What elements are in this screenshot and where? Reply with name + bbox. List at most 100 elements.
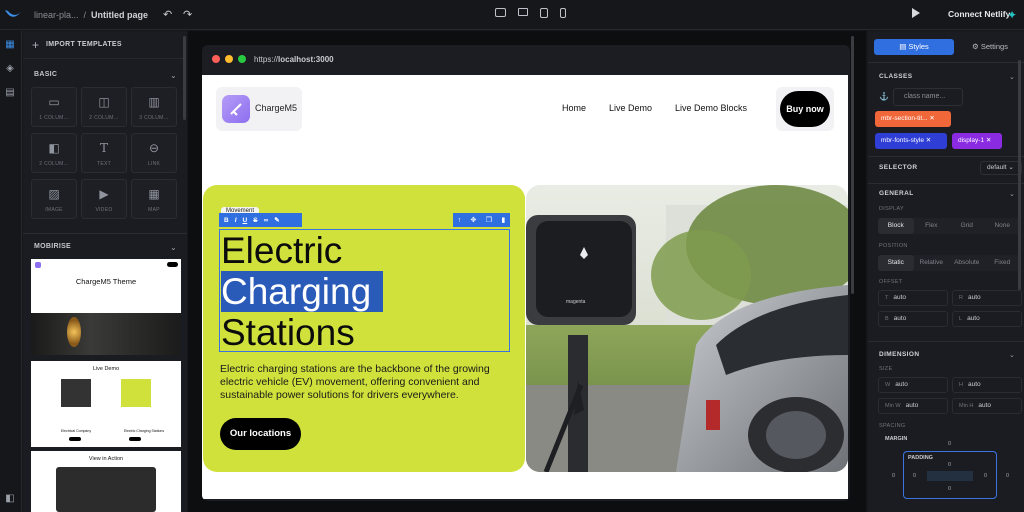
close-icon[interactable]: ✕ (926, 137, 931, 144)
min-height-input[interactable]: Min Hauto (952, 398, 1022, 414)
hero-title-line-3[interactable]: Stations (221, 313, 355, 353)
class-chip-section-title[interactable]: mbr-section-tit... ✕ (875, 111, 951, 127)
offset-left-input[interactable]: Lauto (952, 311, 1022, 327)
block-video[interactable]: ▶ VIDEO (81, 179, 127, 219)
underline-icon[interactable]: U (243, 217, 248, 224)
strikethrough-icon[interactable]: S (253, 217, 257, 224)
chevron-down-icon[interactable]: ⌄ (1009, 190, 1015, 198)
netlify-icon[interactable]: ✦ (1007, 8, 1017, 22)
padding-top-value[interactable]: 0 (948, 462, 951, 468)
tab-styles[interactable]: ▤ Styles (874, 39, 954, 55)
position-absolute[interactable]: Absolute (949, 255, 985, 271)
left-panel-scrollbar[interactable] (183, 36, 186, 120)
padding-bottom-value[interactable]: 0 (948, 486, 951, 492)
blocks-grid-icon[interactable]: ▦ (4, 39, 16, 51)
hero-image[interactable]: magenta (526, 185, 848, 472)
our-locations-button[interactable]: Our locations (220, 418, 301, 450)
page-name[interactable]: Untitled page (91, 10, 148, 20)
chevron-down-icon[interactable]: ⌄ (1009, 73, 1015, 81)
italic-icon[interactable]: I (235, 217, 237, 224)
block-map[interactable]: ▦ MAP (131, 179, 177, 219)
block-link[interactable]: ⊖ LINK (131, 133, 177, 173)
layers-icon[interactable]: ◈ (4, 63, 16, 75)
display-flex[interactable]: Flex (914, 218, 950, 234)
redo-icon[interactable]: ↷ (183, 8, 192, 21)
brush-icon[interactable]: ✎ (274, 216, 279, 224)
thumb-caption: Electric Charging Stations (123, 429, 165, 433)
class-chip-fonts-style[interactable]: mbr-fonts-style ✕ (875, 133, 947, 149)
margin-right-value[interactable]: 0 (1006, 473, 1009, 479)
app-logo-icon[interactable] (2, 4, 24, 26)
mobirise-section-title[interactable]: MOBIRISE (34, 243, 71, 250)
block-1-column[interactable]: ▭ 1 COLUM... (31, 87, 77, 127)
margin-top-value[interactable]: 0 (948, 441, 951, 447)
min-width-input[interactable]: Min Wauto (878, 398, 948, 414)
move-icon[interactable]: ✥ (471, 216, 477, 224)
bold-icon[interactable]: B (224, 217, 229, 224)
trash-icon[interactable]: ▮ (501, 216, 505, 224)
block-2-column[interactable]: ◫ 2 COLUM... (81, 87, 127, 127)
project-name[interactable]: linear-pla... (34, 10, 79, 20)
hero-description[interactable]: Electric charging stations are the backb… (220, 363, 510, 402)
chevron-down-icon[interactable]: ⌄ (170, 243, 177, 252)
classes-section-title[interactable]: CLASSES (879, 73, 913, 80)
template-thumb-chargem5[interactable]: ChargeM5 Theme (31, 259, 181, 355)
style-panel-scrollbar[interactable] (1018, 60, 1021, 290)
import-templates-button[interactable]: + IMPORT TEMPLATES (23, 31, 187, 59)
close-icon[interactable]: ✕ (929, 115, 934, 122)
position-fixed[interactable]: Fixed (985, 255, 1021, 271)
tablet-icon[interactable] (540, 8, 548, 18)
hero-title-line-1[interactable]: Electric (221, 231, 342, 271)
nav-link-home[interactable]: Home (562, 103, 586, 113)
margin-left-value[interactable]: 0 (892, 473, 895, 479)
offset-bottom-input[interactable]: Bauto (878, 311, 948, 327)
buy-now-button[interactable]: Buy now (780, 91, 830, 127)
panel-toggle-icon[interactable]: ◧ (4, 493, 16, 505)
padding-right-value[interactable]: 0 (984, 473, 987, 479)
nav-link-live-demo[interactable]: Live Demo (609, 103, 652, 113)
mobile-icon[interactable] (560, 8, 566, 18)
padding-left-value[interactable]: 0 (913, 473, 916, 479)
display-grid[interactable]: Grid (949, 218, 985, 234)
copy-icon[interactable]: ❐ (486, 216, 492, 224)
height-input[interactable]: Hauto (952, 377, 1022, 393)
width-input[interactable]: Wauto (878, 377, 948, 393)
template-thumb-live-demo[interactable]: Live Demo Electrical Company Electric Ch… (31, 361, 181, 447)
dimension-section-title[interactable]: DIMENSION (879, 351, 919, 358)
template-thumb-view-in-action[interactable]: View in Action (31, 451, 181, 512)
general-section-title[interactable]: GENERAL (879, 190, 914, 197)
block-text[interactable]: T TEXT (81, 133, 127, 173)
anchor-icon[interactable]: ⚓ (879, 92, 889, 101)
display-block[interactable]: Block (878, 218, 914, 234)
selector-state-select[interactable]: default ⌄ (980, 161, 1022, 175)
display-none[interactable]: None (985, 218, 1021, 234)
nav-link-live-demo-blocks[interactable]: Live Demo Blocks (675, 103, 747, 113)
link-icon[interactable]: ∞ (264, 217, 269, 224)
desktop-icon[interactable] (495, 8, 506, 17)
pages-icon[interactable]: ▤ (4, 87, 16, 99)
class-name-input[interactable]: class name... (893, 88, 963, 106)
chevron-down-icon[interactable]: ⌄ (170, 71, 177, 80)
chevron-down-icon[interactable]: ⌄ (1009, 351, 1015, 359)
offset-top-input[interactable]: Tauto (878, 290, 948, 306)
laptop-icon[interactable] (518, 8, 528, 16)
canvas-scrollbar[interactable] (851, 36, 854, 294)
preview-play-icon[interactable] (912, 8, 920, 18)
connect-netlify-button[interactable]: Connect Netlify (948, 9, 1010, 19)
arrow-up-icon[interactable]: ↑ (458, 217, 462, 224)
close-icon[interactable]: ✕ (986, 137, 991, 144)
position-static[interactable]: Static (878, 255, 914, 271)
class-chip-display-1[interactable]: display-1 ✕ (952, 133, 1002, 149)
selected-text[interactable]: Charging (221, 271, 384, 312)
hero-title-line-2[interactable]: Charging (221, 271, 384, 312)
undo-icon[interactable]: ↶ (163, 8, 172, 21)
basic-section-title[interactable]: BASIC (34, 71, 57, 78)
block-2-column-alt[interactable]: ◧ 2 COLUM... (31, 133, 77, 173)
offset-right-input[interactable]: Rauto (952, 290, 1022, 306)
position-relative[interactable]: Relative (914, 255, 950, 271)
tab-settings[interactable]: ⚙ Settings (960, 39, 1020, 55)
block-3-column[interactable]: ▥ 3 COLUM... (131, 87, 177, 127)
block-image[interactable]: ▨ IMAGE (31, 179, 77, 219)
site-brand[interactable]: ChargeM5 (216, 87, 302, 131)
padding-box[interactable]: PADDING 0 0 0 0 (903, 451, 997, 499)
